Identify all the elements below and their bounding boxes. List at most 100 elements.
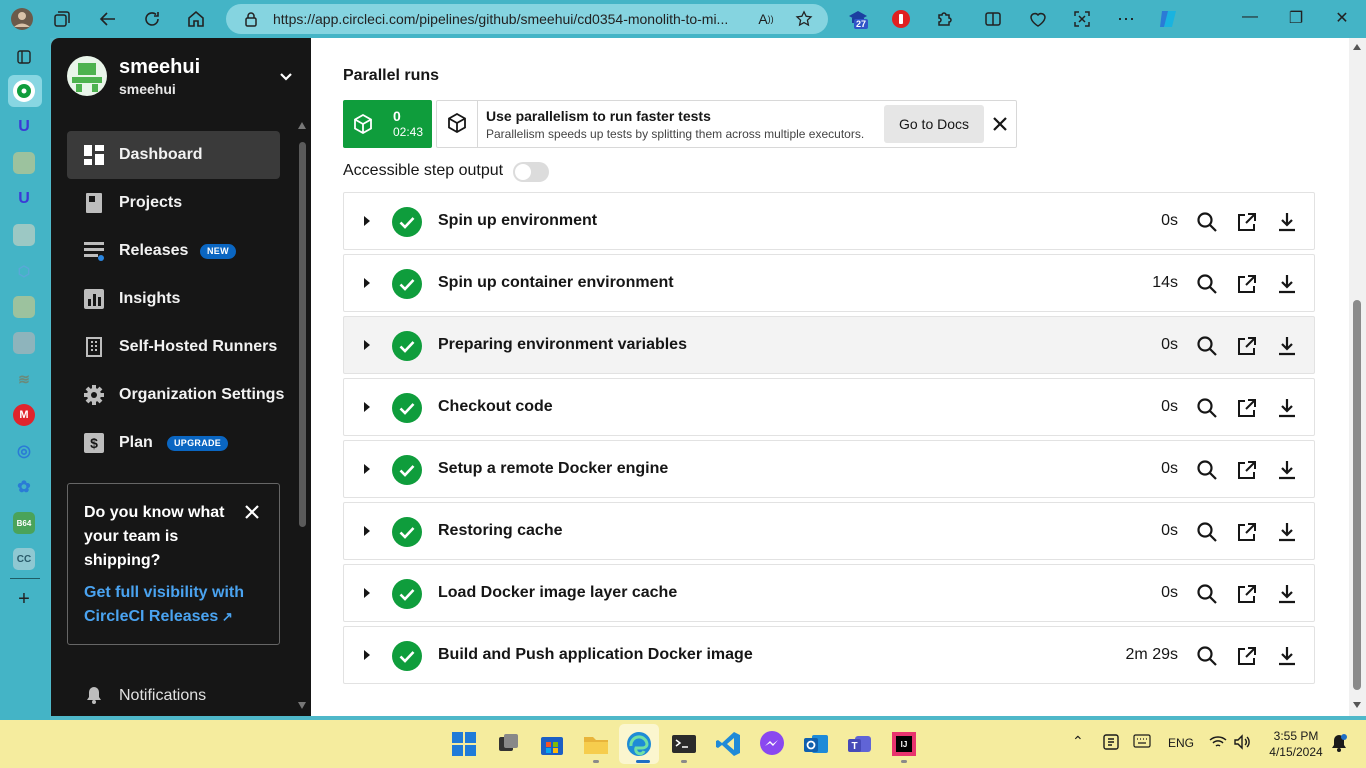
cube-tab-icon[interactable]: ⬡: [13, 260, 35, 282]
accessible-step-output-toggle[interactable]: [513, 162, 549, 182]
site-tab-icon[interactable]: [13, 152, 35, 174]
nav-item-dashboard[interactable]: Dashboard: [67, 131, 280, 179]
favorite-star-icon[interactable]: [792, 7, 816, 31]
search-icon[interactable]: [1196, 459, 1218, 481]
site-tab-icon-2[interactable]: [13, 296, 35, 318]
circleci-tab-icon[interactable]: [13, 80, 35, 102]
gmail-tab-icon[interactable]: M: [13, 404, 35, 426]
expand-caret-icon[interactable]: [364, 216, 370, 226]
nav-item-projects[interactable]: Projects: [67, 179, 280, 227]
nav-item-releases[interactable]: Releases NEW: [67, 227, 280, 275]
step-row[interactable]: Checkout code 0s: [343, 378, 1315, 436]
intellij-icon[interactable]: IJ: [890, 730, 918, 758]
adblock-icon[interactable]: [889, 7, 913, 31]
tool-tab-icon[interactable]: ≋: [13, 368, 35, 390]
promo-link[interactable]: Get full visibility with CircleCI Releas…: [84, 581, 264, 629]
org-switcher[interactable]: [67, 56, 107, 96]
profile-avatar-icon[interactable]: [10, 7, 34, 31]
address-bar[interactable]: https://app.circleci.com/pipelines/githu…: [226, 4, 828, 34]
download-icon[interactable]: [1276, 645, 1298, 667]
download-icon[interactable]: [1276, 397, 1298, 419]
step-row[interactable]: Build and Push application Docker image 2…: [343, 626, 1315, 684]
start-icon[interactable]: [450, 730, 478, 758]
wifi-icon[interactable]: [1209, 735, 1227, 752]
open-external-icon[interactable]: [1236, 211, 1258, 233]
nav-item-organization-settings[interactable]: Organization Settings: [67, 371, 284, 419]
open-external-icon[interactable]: [1236, 645, 1258, 667]
terminal-icon[interactable]: [670, 730, 698, 758]
open-external-icon[interactable]: [1236, 273, 1258, 295]
gear-tab-icon[interactable]: ✿: [13, 476, 35, 498]
screenshot-icon[interactable]: [1070, 7, 1094, 31]
teams-icon[interactable]: T: [846, 730, 874, 758]
chrome-tab-icon[interactable]: ◎: [13, 440, 35, 462]
tab-actions-icon[interactable]: [13, 46, 35, 68]
nav-item-plan[interactable]: $ Plan UPGRADE: [67, 419, 280, 467]
main-scrollbar[interactable]: [1349, 38, 1366, 716]
keyboard-icon[interactable]: [1133, 734, 1151, 751]
close-icon[interactable]: [244, 504, 260, 520]
step-row[interactable]: Preparing environment variables 0s: [343, 316, 1315, 374]
step-row[interactable]: Spin up environment 0s: [343, 192, 1315, 250]
browser-essentials-icon[interactable]: [1026, 7, 1050, 31]
open-external-icon[interactable]: [1236, 397, 1258, 419]
volume-icon[interactable]: [1233, 734, 1251, 753]
expand-caret-icon[interactable]: [364, 588, 370, 598]
go-to-docs-button[interactable]: Go to Docs: [884, 105, 984, 143]
upgrade-badge[interactable]: UPGRADE: [167, 436, 229, 451]
search-icon[interactable]: [1196, 645, 1218, 667]
extension-school-icon[interactable]: 27: [846, 7, 870, 31]
file-explorer-icon[interactable]: [582, 730, 610, 758]
org-name[interactable]: smeehui: [119, 56, 200, 79]
docs-tab-icon[interactable]: [13, 224, 35, 246]
open-external-icon[interactable]: [1236, 335, 1258, 357]
minimize-icon[interactable]: —: [1240, 8, 1260, 26]
language-indicator[interactable]: ENG: [1168, 736, 1194, 750]
split-screen-icon[interactable]: [981, 7, 1005, 31]
parallel-run-0[interactable]: 0 02:43: [343, 100, 432, 148]
restore-icon[interactable]: ❐: [1286, 8, 1306, 28]
expand-caret-icon[interactable]: [364, 526, 370, 536]
open-external-icon[interactable]: [1236, 459, 1258, 481]
download-icon[interactable]: [1276, 521, 1298, 543]
nav-item-self-hosted-runners[interactable]: Self-Hosted Runners: [67, 323, 280, 371]
search-icon[interactable]: [1196, 335, 1218, 357]
expand-caret-icon[interactable]: [364, 650, 370, 660]
messenger-icon[interactable]: [758, 730, 786, 758]
search-icon[interactable]: [1196, 521, 1218, 543]
read-aloud-icon[interactable]: A)): [754, 7, 778, 31]
udemy-tab-icon-2[interactable]: U: [13, 188, 35, 210]
back-icon[interactable]: [96, 7, 120, 31]
taskbar-clock[interactable]: 3:55 PM 4/15/2024: [1262, 728, 1330, 760]
vscode-icon[interactable]: [714, 730, 742, 758]
more-menu-icon[interactable]: ⋯: [1114, 7, 1138, 31]
search-icon[interactable]: [1196, 211, 1218, 233]
home-icon[interactable]: [184, 7, 208, 31]
download-icon[interactable]: [1276, 583, 1298, 605]
image-tab-icon[interactable]: [13, 332, 35, 354]
search-icon[interactable]: [1196, 273, 1218, 295]
download-icon[interactable]: [1276, 459, 1298, 481]
nav-scrollbar[interactable]: [298, 122, 306, 712]
outlook-icon[interactable]: [802, 730, 830, 758]
download-icon[interactable]: [1276, 273, 1298, 295]
search-icon[interactable]: [1196, 583, 1218, 605]
udemy-tab-icon[interactable]: U: [13, 116, 35, 138]
show-hidden-icons[interactable]: ⌃: [1072, 733, 1084, 750]
cc-tab-icon[interactable]: CC: [13, 548, 35, 570]
open-external-icon[interactable]: [1236, 583, 1258, 605]
expand-caret-icon[interactable]: [364, 278, 370, 288]
copilot-icon[interactable]: [1156, 7, 1180, 31]
open-external-icon[interactable]: [1236, 521, 1258, 543]
close-icon[interactable]: [992, 116, 1008, 132]
task-view-icon[interactable]: [494, 730, 522, 758]
base64-tab-icon[interactable]: B64: [13, 512, 35, 534]
url-text[interactable]: https://app.circleci.com/pipelines/githu…: [273, 11, 728, 27]
extensions-puzzle-icon[interactable]: [933, 7, 957, 31]
tray-app-icon[interactable]: [1102, 733, 1120, 754]
step-row[interactable]: Load Docker image layer cache 0s: [343, 564, 1315, 622]
download-icon[interactable]: [1276, 335, 1298, 357]
expand-caret-icon[interactable]: [364, 464, 370, 474]
edge-icon[interactable]: [625, 730, 653, 758]
step-row[interactable]: Restoring cache 0s: [343, 502, 1315, 560]
